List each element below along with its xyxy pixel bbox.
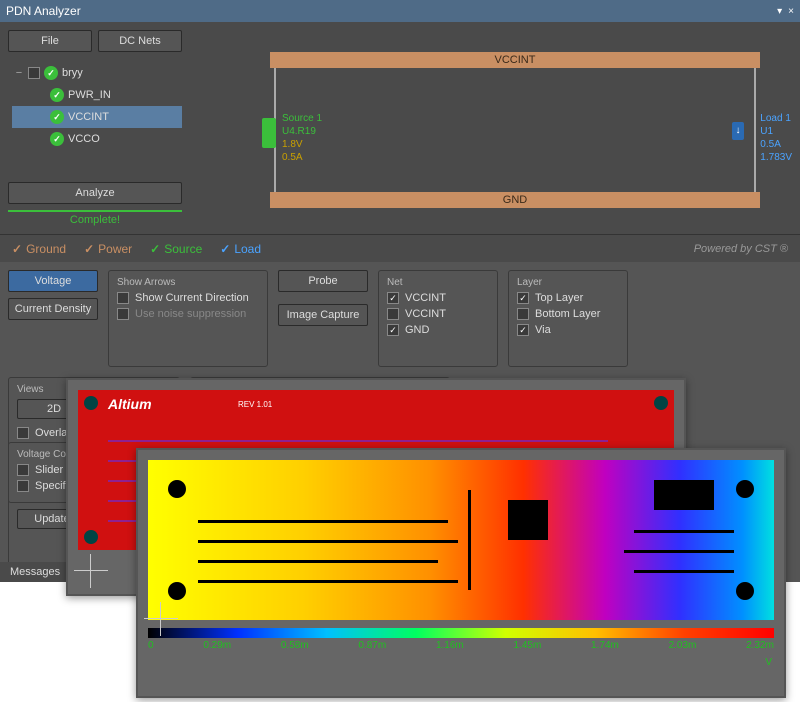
legend-bar: Ground Power Source Load Powered by CST … — [0, 234, 800, 262]
rev-label: REV 1.01 — [238, 400, 272, 409]
show-arrows-panel: Show Arrows Show Current Direction Use n… — [108, 270, 268, 367]
tree-item-label: VCCINT — [68, 107, 109, 127]
status-ok-icon: ✓ — [50, 88, 64, 102]
file-button[interactable]: File — [8, 30, 92, 52]
load-voltage: 1.783V — [760, 151, 792, 164]
powered-by: Powered by CST ® — [694, 243, 788, 255]
panel-header: Show Arrows — [117, 277, 259, 288]
load-title: Load 1 — [760, 112, 792, 125]
pcb-view-heatmap[interactable]: 00.29m0.58m 0.87m1.16m1.45m 1.74m2.03m2.… — [136, 448, 786, 698]
tree-item[interactable]: ✓ VCCO — [12, 128, 182, 150]
title-bar: PDN Analyzer ▾ × — [0, 0, 800, 22]
brand-label: Altium — [108, 396, 152, 412]
tree-item-label: PWR_IN — [68, 85, 111, 105]
net-item[interactable]: VCCINT — [387, 292, 489, 304]
layer-item[interactable]: Bottom Layer — [517, 308, 619, 320]
power-rail: VCCINT — [270, 52, 760, 68]
messages-tab[interactable]: Messages — [0, 562, 70, 582]
probe-button[interactable]: Probe — [278, 270, 368, 292]
load-ref: U1 — [760, 125, 792, 138]
net-item[interactable]: GND — [387, 324, 489, 336]
legend-load: Load — [220, 242, 261, 256]
layer-panel: Layer Top Layer Bottom Layer Via — [508, 270, 628, 367]
pcb-heatmap — [148, 460, 774, 620]
source-title: Source 1 — [282, 112, 322, 125]
source-current: 0.5A — [282, 151, 322, 164]
layer-item[interactable]: Via — [517, 324, 619, 336]
schematic-canvas[interactable]: VCCINT GND Source 1 U4.R19 1.8V 0.5A ↓ L… — [190, 22, 800, 232]
tree-root-label: bryy — [62, 63, 83, 83]
tree-checkbox[interactable] — [28, 67, 40, 79]
show-current-direction[interactable]: Show Current Direction — [117, 292, 259, 304]
net-item[interactable]: VCCINT — [387, 308, 489, 320]
tree-root[interactable]: − ✓ bryy — [12, 62, 182, 84]
legend-ground: Ground — [12, 242, 66, 256]
panel-header: Net — [387, 277, 489, 288]
layer-item[interactable]: Top Layer — [517, 292, 619, 304]
axes-icon — [144, 602, 178, 636]
current-density-toggle[interactable]: Current Density — [8, 298, 98, 320]
image-capture-button[interactable]: Image Capture — [278, 304, 368, 326]
source-block[interactable]: Source 1 U4.R19 1.8V 0.5A — [282, 112, 322, 164]
voltage-toggle[interactable]: Voltage — [8, 270, 98, 292]
axes-icon — [74, 554, 108, 588]
scale-unit: V — [765, 657, 772, 668]
load-current: 0.5A — [760, 138, 792, 151]
tree-item[interactable]: ✓ PWR_IN — [12, 84, 182, 106]
panel-header: Layer — [517, 277, 619, 288]
wire — [754, 68, 756, 192]
legend-source: Source — [150, 242, 202, 256]
source-voltage: 1.8V — [282, 138, 322, 151]
use-noise-suppression: Use noise suppression — [117, 308, 259, 320]
tree-item-label: VCCO — [68, 129, 100, 149]
color-scale-bar — [148, 628, 774, 638]
analyze-button[interactable]: Analyze — [8, 182, 182, 204]
net-tree: − ✓ bryy ✓ PWR_IN ✓ VCCINT ✓ — [8, 62, 182, 150]
source-ref: U4.R19 — [282, 125, 322, 138]
close-icon[interactable]: × — [788, 6, 794, 17]
analyze-status: Complete! — [8, 210, 182, 226]
color-scale-labels: 00.29m0.58m 0.87m1.16m1.45m 1.74m2.03m2.… — [148, 640, 774, 651]
dc-nets-button[interactable]: DC Nets — [98, 30, 182, 52]
legend-power: Power — [84, 242, 132, 256]
tree-item[interactable]: ✓ VCCINT — [12, 106, 182, 128]
load-block[interactable]: Load 1 U1 0.5A 1.783V — [760, 112, 792, 164]
source-icon[interactable] — [262, 118, 276, 148]
collapse-icon[interactable]: − — [14, 63, 24, 83]
status-ok-icon: ✓ — [50, 132, 64, 146]
window-title: PDN Analyzer — [6, 4, 81, 18]
ground-rail: GND — [270, 192, 760, 208]
status-ok-icon: ✓ — [50, 110, 64, 124]
net-panel: Net VCCINT VCCINT GND — [378, 270, 498, 367]
load-icon[interactable]: ↓ — [732, 122, 744, 140]
status-ok-icon: ✓ — [44, 66, 58, 80]
pin-icon[interactable]: ▾ — [777, 6, 782, 17]
